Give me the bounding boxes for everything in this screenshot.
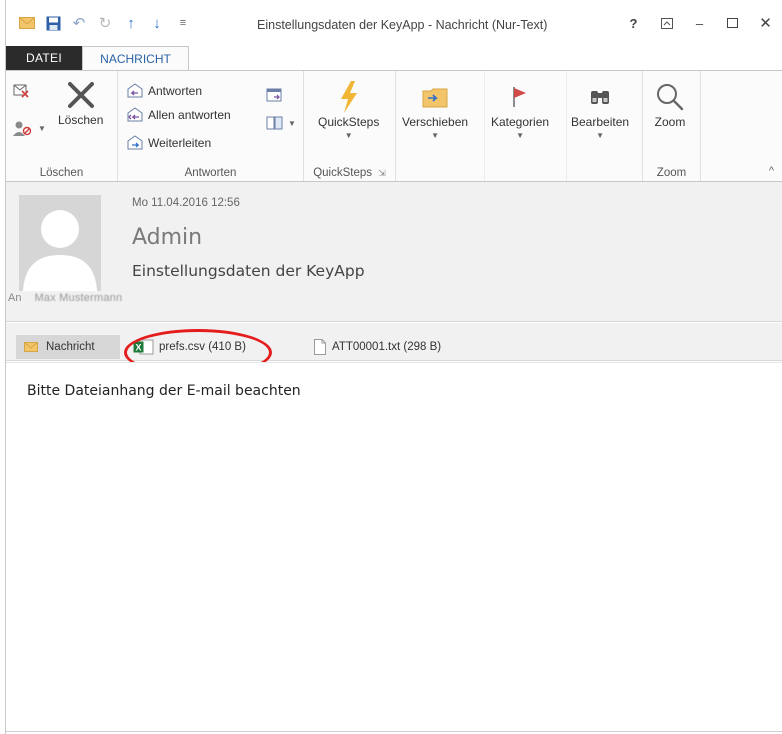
more-respond-caret-icon: ▼ (288, 118, 296, 128)
undo-icon[interactable]: ↶ (66, 12, 92, 34)
sender-name[interactable]: Admin (132, 225, 202, 250)
cleanup-icon (12, 119, 34, 137)
text-file-icon (314, 339, 326, 355)
save-icon[interactable] (40, 12, 66, 34)
magnifier-icon (652, 79, 688, 115)
title-bar: ↶ ↻ ↑ ↓ ≡ Einstellungsdaten der KeyApp -… (6, 0, 782, 44)
person-silhouette-icon (23, 210, 97, 291)
tab-nachricht[interactable]: NACHRICHT (82, 46, 189, 71)
quick-access-toolbar: ↶ ↻ ↑ ↓ ≡ (14, 12, 196, 34)
group-antworten: Antworten Allen antworten Weiterleiten ▼… (118, 71, 304, 181)
tags-caret-icon: ▼ (516, 131, 524, 140)
avatar (19, 195, 101, 291)
lightning-icon (331, 79, 367, 115)
tab-datei[interactable]: DATEI (6, 46, 82, 70)
forward-icon (126, 135, 144, 151)
group-quicksteps: QuickSteps ▼ QuickSteps ⇲ (304, 71, 396, 181)
to-label: An (8, 292, 22, 304)
meeting-reply-icon (266, 87, 284, 103)
group-label-loeschen: Löschen (39, 167, 84, 179)
svg-text:X: X (136, 343, 142, 353)
tags-label: Kategorien (491, 115, 550, 129)
group-verschieben: Verschieben ▼ (396, 71, 485, 181)
outlook-message-window: ↶ ↻ ↑ ↓ ≡ Einstellungsdaten der KeyApp -… (5, 0, 782, 734)
group-kategorien: Kategorien ▼ (485, 71, 567, 181)
binoculars-icon (582, 79, 618, 115)
ribbon-display-icon[interactable] (650, 12, 683, 34)
more-respond-button[interactable]: ▼ (266, 115, 296, 131)
reply-all-button[interactable]: Allen antworten (126, 107, 231, 123)
tags-button[interactable]: Kategorien ▼ (491, 79, 549, 140)
reply-all-icon (126, 107, 144, 123)
ribbon: ▼ Löschen Löschen Antworten Allen antwor… (6, 70, 782, 182)
zoom-label: Zoom (654, 115, 686, 129)
message-subject: Einstellungsdaten der KeyApp (132, 262, 365, 280)
cleanup-caret-icon: ▼ (38, 123, 46, 133)
close-icon[interactable]: ✕ (749, 12, 782, 34)
reply-label: Antworten (148, 84, 203, 98)
attachment-message-tab[interactable]: Nachricht (16, 335, 120, 359)
dialog-launcher-icon[interactable]: ⇲ (378, 168, 386, 178)
forward-button[interactable]: Weiterleiten (126, 135, 211, 151)
delete-x-icon (63, 77, 99, 113)
delete-button[interactable]: Löschen (58, 77, 103, 127)
reply-button[interactable]: Antworten (126, 83, 202, 99)
cleanup-button[interactable]: ▼ (12, 119, 46, 137)
attachment-txt-name: ATT00001.txt (298 B) (332, 341, 442, 353)
editing-label: Bearbeiten (571, 115, 630, 129)
group-label-antworten: Antworten (184, 167, 237, 179)
group-label-zoom: Zoom (656, 167, 687, 179)
group-bearbeiten: Bearbeiten ▼ (567, 71, 643, 181)
group-loeschen: ▼ Löschen Löschen (6, 71, 118, 181)
message-body-text: Bitte Dateianhang der E-mail beachten (27, 383, 301, 399)
move-label: Verschieben (402, 115, 469, 129)
attachment-message-label: Nachricht (46, 341, 95, 353)
window-controls: ? – ✕ (617, 12, 782, 34)
bottom-divider (6, 731, 782, 732)
attachment-att00001-txt[interactable]: ATT00001.txt (298 B) (314, 335, 441, 359)
collapse-ribbon-icon[interactable]: ^ (769, 165, 774, 177)
editing-caret-icon: ▼ (596, 131, 604, 140)
mail-icon[interactable] (14, 12, 40, 34)
quicksteps-caret-icon: ▼ (344, 131, 353, 140)
redo-icon[interactable]: ↻ (92, 12, 118, 34)
attachment-prefs-csv[interactable]: X prefs.csv (410 B) (133, 335, 246, 359)
move-caret-icon: ▼ (431, 131, 439, 140)
attachment-bar: Nachricht X prefs.csv (410 B) ATT00001.t… (6, 323, 782, 361)
minimize-icon[interactable]: – (683, 12, 716, 34)
move-folder-icon (417, 79, 453, 115)
move-button[interactable]: Verschieben ▼ (402, 79, 468, 140)
envelope-icon (24, 342, 38, 352)
window-title: Einstellungsdaten der KeyApp - Nachricht… (257, 18, 548, 32)
quicksteps-button[interactable]: QuickSteps ▼ (318, 79, 379, 140)
editing-button[interactable]: Bearbeiten ▼ (571, 79, 629, 140)
forward-label: Weiterleiten (148, 136, 212, 150)
delete-label: Löschen (58, 113, 104, 127)
recipient-row: An Max Mustermann (8, 292, 122, 304)
ignore-icon (12, 81, 30, 99)
ignore-button[interactable] (12, 81, 30, 99)
message-body[interactable]: Bitte Dateianhang der E-mail beachten (6, 362, 782, 734)
attachment-csv-name: prefs.csv (410 B) (159, 341, 246, 353)
reply-icon (126, 83, 144, 99)
quicksteps-label: QuickSteps (318, 115, 380, 129)
help-button[interactable]: ? (617, 12, 650, 34)
meeting-reply-button[interactable] (266, 87, 284, 103)
group-zoom: Zoom Zoom (643, 71, 701, 181)
message-date: Mo 11.04.2016 12:56 (132, 197, 240, 209)
ribbon-tabs: DATEI NACHRICHT (6, 46, 782, 71)
flag-icon (502, 79, 538, 115)
more-respond-icon (266, 115, 284, 131)
excel-file-icon: X (133, 339, 155, 355)
arrow-up-icon[interactable]: ↑ (118, 12, 144, 34)
arrow-down-icon[interactable]: ↓ (144, 12, 170, 34)
recipient-name[interactable]: Max Mustermann (35, 292, 123, 304)
message-header: Mo 11.04.2016 12:56 Admin Einstellungsda… (6, 182, 782, 322)
customize-icon[interactable]: ≡ (170, 12, 196, 34)
reply-all-label: Allen antworten (148, 108, 231, 122)
zoom-button[interactable]: Zoom (652, 79, 688, 129)
maximize-icon[interactable] (716, 12, 749, 34)
group-label-quicksteps: QuickSteps ⇲ (304, 167, 395, 179)
quicksteps-group-title: QuickSteps (313, 167, 373, 179)
